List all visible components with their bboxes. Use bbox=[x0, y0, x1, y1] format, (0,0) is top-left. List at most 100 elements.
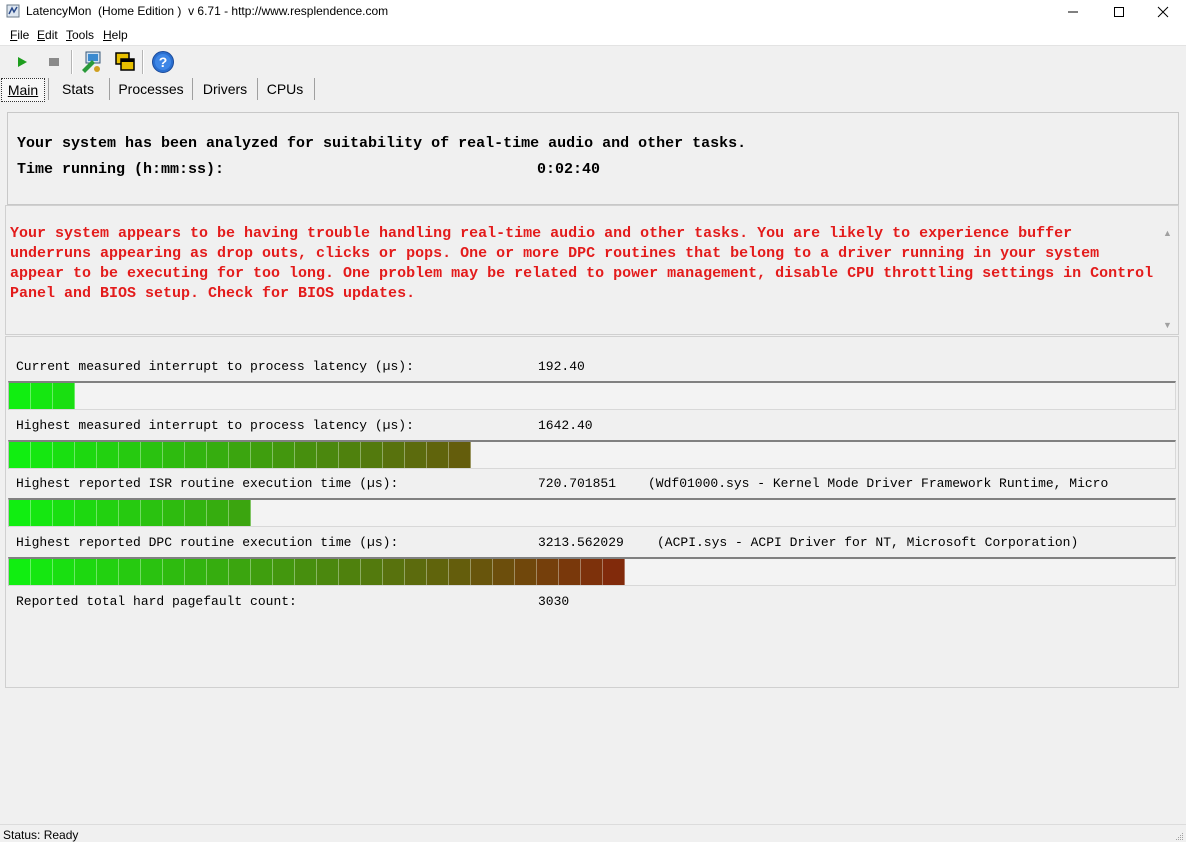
menu-tools[interactable]: Tools bbox=[66, 28, 94, 42]
meter-segment bbox=[163, 559, 185, 585]
tab-separator bbox=[109, 78, 110, 100]
meter-segment bbox=[9, 559, 31, 585]
analysis-summary: Your system has been analyzed for suitab… bbox=[17, 135, 747, 152]
menu-help-accel: H bbox=[103, 28, 112, 42]
meter-segment bbox=[229, 500, 251, 526]
tab-main-label: Main bbox=[7, 82, 39, 98]
window-title: LatencyMon (Home Edition ) v 6.71 - http… bbox=[26, 4, 389, 18]
meter-segment bbox=[603, 559, 625, 585]
meter-segment bbox=[31, 383, 53, 409]
maximize-button[interactable] bbox=[1096, 0, 1142, 24]
tab-cpus[interactable]: CPUs bbox=[262, 78, 308, 100]
highest-isr-driver: (Wdf01000.sys - Kernel Mode Driver Frame… bbox=[648, 476, 1109, 491]
menu-file[interactable]: File bbox=[10, 28, 29, 42]
minimize-icon bbox=[1068, 11, 1078, 13]
close-button[interactable] bbox=[1140, 0, 1186, 24]
highest-isr-label: Highest reported ISR routine execution t… bbox=[16, 476, 399, 491]
start-button[interactable] bbox=[9, 49, 35, 75]
play-icon bbox=[18, 57, 27, 67]
meter-segment bbox=[9, 500, 31, 526]
current-latency-meter bbox=[8, 381, 1176, 410]
toolbar-separator bbox=[142, 50, 144, 74]
meter-segment bbox=[163, 442, 185, 468]
meter-fill bbox=[9, 500, 251, 526]
meter-segment bbox=[405, 559, 427, 585]
highest-latency-label: Highest measured interrupt to process la… bbox=[16, 418, 414, 433]
meter-fill bbox=[9, 442, 471, 468]
meter-segment bbox=[141, 559, 163, 585]
meter-fill bbox=[9, 559, 625, 585]
menu-edit[interactable]: Edit bbox=[37, 28, 58, 42]
tab-drivers-label: Drivers bbox=[202, 81, 248, 97]
meter-segment bbox=[339, 559, 361, 585]
meter-segment bbox=[449, 559, 471, 585]
meter-segment bbox=[31, 559, 53, 585]
time-running-label: Time running (h:mm:ss): bbox=[17, 161, 225, 178]
maximize-icon bbox=[1114, 7, 1124, 17]
scroll-up-icon[interactable]: ▲ bbox=[1163, 228, 1172, 238]
meter-segment bbox=[53, 500, 75, 526]
meter-segment bbox=[75, 442, 97, 468]
status-text: Status: Ready bbox=[3, 828, 79, 842]
meter-segment bbox=[295, 442, 317, 468]
tab-drivers[interactable]: Drivers bbox=[198, 78, 252, 100]
minimize-button[interactable] bbox=[1050, 0, 1096, 24]
stop-button[interactable] bbox=[41, 49, 67, 75]
meter-segment bbox=[273, 559, 295, 585]
meter-segment bbox=[207, 442, 229, 468]
tab-processes[interactable]: Processes bbox=[116, 78, 186, 100]
menu-help[interactable]: Help bbox=[103, 28, 128, 42]
windows-button[interactable] bbox=[112, 49, 138, 75]
meter-segment bbox=[317, 559, 339, 585]
meter-segment bbox=[383, 559, 405, 585]
meter-segment bbox=[163, 500, 185, 526]
meter-segment bbox=[427, 442, 449, 468]
resize-grip-icon[interactable] bbox=[1174, 831, 1184, 841]
toolbar-separator bbox=[71, 50, 73, 74]
tab-stats[interactable]: Stats bbox=[55, 78, 101, 100]
meter-segment bbox=[229, 442, 251, 468]
time-running-value: 0:02:40 bbox=[537, 161, 601, 178]
highest-latency-value: 1642.40 bbox=[538, 418, 593, 433]
summary-panel bbox=[7, 112, 1179, 205]
menu-edit-accel: E bbox=[37, 28, 46, 42]
meter-segment bbox=[427, 559, 449, 585]
pagefault-label: Reported total hard pagefault count: bbox=[16, 594, 297, 609]
menu-tools-label: ools bbox=[72, 28, 95, 42]
meter-segment bbox=[97, 559, 119, 585]
meter-segment bbox=[53, 559, 75, 585]
meter-segment bbox=[141, 500, 163, 526]
meter-segment bbox=[295, 559, 317, 585]
meter-segment bbox=[53, 383, 75, 409]
menu-edit-label: dit bbox=[45, 28, 58, 42]
tab-separator bbox=[48, 78, 49, 100]
close-icon bbox=[1157, 6, 1169, 18]
meter-segment bbox=[515, 559, 537, 585]
help-button[interactable]: ? bbox=[150, 49, 176, 75]
meter-segment bbox=[383, 442, 405, 468]
meter-segment bbox=[141, 442, 163, 468]
meter-segment bbox=[75, 559, 97, 585]
meter-segment bbox=[251, 442, 273, 468]
meter-segment bbox=[251, 559, 273, 585]
scroll-down-icon[interactable]: ▼ bbox=[1163, 320, 1172, 330]
stop-icon bbox=[49, 58, 59, 66]
tab-main[interactable]: Main bbox=[1, 78, 45, 102]
current-latency-value: 192.40 bbox=[538, 359, 585, 374]
highest-dpc-value: 3213.562029 bbox=[538, 535, 624, 550]
meter-segment bbox=[229, 559, 251, 585]
meter-segment bbox=[185, 442, 207, 468]
meter-segment bbox=[31, 500, 53, 526]
meter-segment bbox=[9, 383, 31, 409]
meter-segment bbox=[31, 442, 53, 468]
meter-segment bbox=[273, 442, 295, 468]
highest-dpc-label: Highest reported DPC routine execution t… bbox=[16, 535, 399, 550]
drivers-monitor-button[interactable] bbox=[79, 49, 105, 75]
tab-separator bbox=[257, 78, 258, 100]
meter-segment bbox=[405, 442, 427, 468]
meter-segment bbox=[97, 442, 119, 468]
meter-segment bbox=[493, 559, 515, 585]
meter-segment bbox=[581, 559, 603, 585]
title-bar: LatencyMon (Home Edition ) v 6.71 - http… bbox=[0, 0, 1186, 24]
meter-segment bbox=[471, 559, 493, 585]
